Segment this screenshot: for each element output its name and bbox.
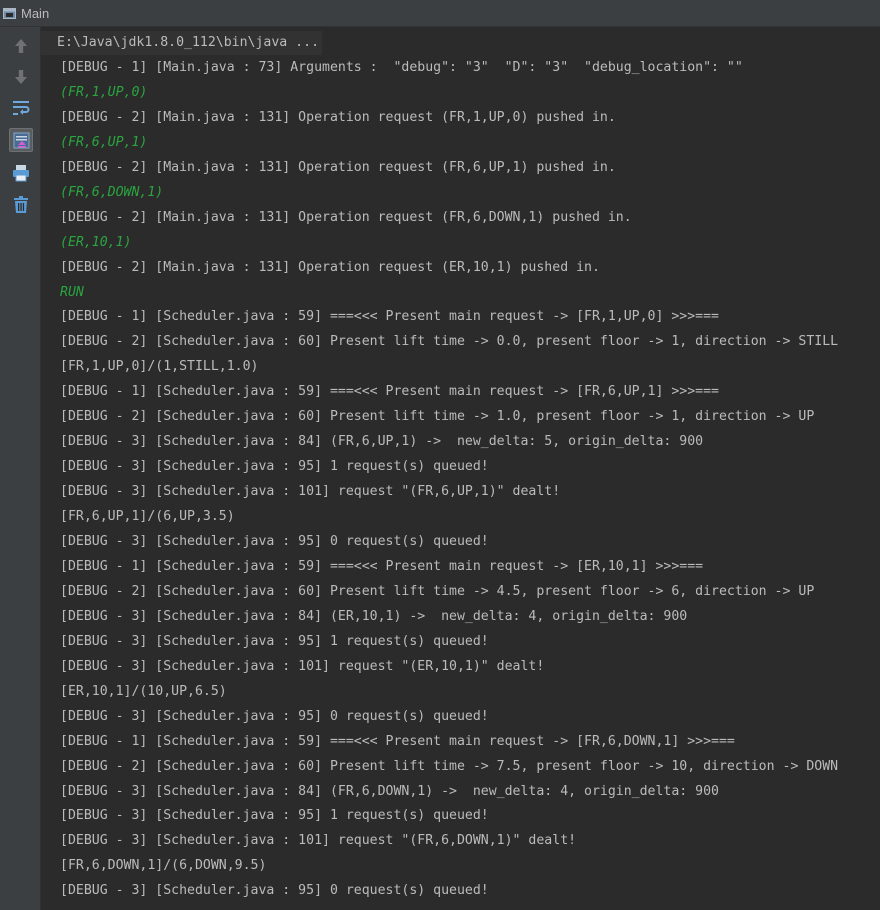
soft-wrap-icon	[13, 101, 30, 115]
trash-icon	[14, 196, 28, 213]
up-arrow-button[interactable]	[9, 34, 33, 58]
console-line: [DEBUG - 2] [Main.java : 131] Operation …	[60, 109, 616, 125]
console-line: [DEBUG - 3] [Scheduler.java : 84] (FR,6,…	[60, 434, 704, 450]
console-line: [DEBUG - 3] [Scheduler.java : 101] reque…	[60, 833, 577, 849]
console-line: [DEBUG - 2] [Scheduler.java : 60] Presen…	[60, 583, 815, 599]
clear-all-button[interactable]	[9, 193, 33, 217]
command-line: E:\Java\jdk1.8.0_112\bin\java ...	[41, 31, 322, 55]
down-arrow-icon	[15, 70, 27, 84]
console-line: [DEBUG - 3] [Scheduler.java : 101] reque…	[60, 484, 561, 500]
console-line: [DEBUG - 2] [Main.java : 131] Operation …	[60, 209, 632, 225]
console-line: [DEBUG - 3] [Scheduler.java : 84] (ER,10…	[60, 608, 688, 624]
console-line: [FR,6,DOWN,1]/(6,DOWN,9.5)	[60, 858, 267, 874]
console-line: [DEBUG - 1] [Scheduler.java : 59] ===<<<…	[60, 309, 719, 325]
console-line: [DEBUG - 3] [Scheduler.java : 95] 1 requ…	[60, 459, 489, 475]
console-line: [DEBUG - 1] [Scheduler.java : 59] ===<<<…	[60, 733, 735, 749]
console-line: [DEBUG - 3] [Scheduler.java : 95] 1 requ…	[60, 633, 489, 649]
console-line: [DEBUG - 1] [Scheduler.java : 59] ===<<<…	[60, 384, 719, 400]
tool-window-header: Main	[0, 0, 880, 27]
console-line: [FR,1,UP,0]/(1,STILL,1.0)	[60, 359, 259, 375]
console-line: [DEBUG - 3] [Scheduler.java : 84] (FR,6,…	[60, 783, 719, 799]
tab-main[interactable]: Main	[21, 5, 49, 22]
down-arrow-button[interactable]	[9, 65, 33, 89]
console-line: [DEBUG - 3] [Scheduler.java : 95] 0 requ…	[60, 708, 489, 724]
user-input-line: (FR,6,UP,1)	[60, 134, 148, 150]
console-line: [DEBUG - 3] [Scheduler.java : 95] 0 requ…	[60, 883, 489, 899]
print-button[interactable]	[9, 161, 33, 185]
console-line: [DEBUG - 2] [Scheduler.java : 60] Presen…	[60, 409, 815, 425]
console-line: [DEBUG - 2] [Scheduler.java : 60] Presen…	[60, 334, 839, 350]
console-line: [DEBUG - 3] [Scheduler.java : 101] reque…	[60, 658, 545, 674]
scroll-to-end-icon	[13, 132, 30, 149]
console-output[interactable]: E:\Java\jdk1.8.0_112\bin\java ... [DEBUG …	[41, 27, 880, 910]
console-line: [DEBUG - 1] [Scheduler.java : 59] ===<<<…	[60, 558, 704, 574]
up-arrow-icon	[15, 39, 27, 53]
console-line: [DEBUG - 3] [Scheduler.java : 95] 1 requ…	[60, 808, 489, 824]
user-input-line: (FR,6,DOWN,1)	[60, 184, 164, 200]
scroll-to-end-button[interactable]	[9, 128, 33, 152]
user-input-line: (FR,1,UP,0)	[60, 84, 148, 100]
console-line: [FR,6,UP,1]/(6,UP,3.5)	[60, 509, 235, 525]
console-line: [DEBUG - 1] [Main.java : 73] Arguments :…	[60, 59, 743, 75]
user-input-line: RUN	[60, 284, 84, 300]
console-line: [DEBUG - 3] [Scheduler.java : 95] 0 requ…	[60, 534, 489, 549]
run-config-icon	[3, 8, 16, 19]
user-input-line: (ER,10,1)	[60, 234, 132, 250]
console-line: [DEBUG - 2] [Main.java : 131] Operation …	[60, 159, 616, 175]
soft-wrap-button[interactable]	[9, 96, 33, 120]
console-toolbar	[0, 27, 41, 910]
console-line: [DEBUG - 2] [Scheduler.java : 60] Presen…	[60, 758, 839, 774]
console-line: [ER,10,1]/(10,UP,6.5)	[60, 683, 227, 699]
run-tool-window: Main E:\Java\jdk1.8.0_112\bin\java ... […	[0, 0, 880, 910]
console-line: [DEBUG - 2] [Main.java : 131] Operation …	[60, 259, 600, 275]
print-icon	[13, 165, 29, 182]
